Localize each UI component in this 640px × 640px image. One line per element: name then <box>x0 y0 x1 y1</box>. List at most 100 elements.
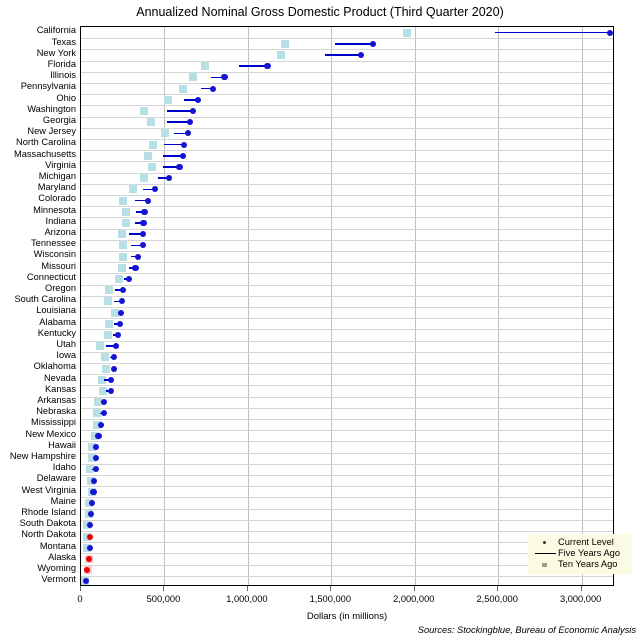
y-axis-tick-label: Delaware <box>36 473 76 484</box>
x-axis-tick <box>497 586 499 591</box>
y-axis-tick-label: New Mexico <box>25 428 76 439</box>
y-axis-tick-label: Arizona <box>44 227 76 237</box>
chart-row <box>81 318 613 329</box>
chart-row <box>81 285 613 296</box>
chart-row <box>81 352 613 363</box>
current-level-marker <box>606 29 614 36</box>
x-axis-tick <box>580 586 582 591</box>
current-level-marker <box>101 399 108 406</box>
x-axis-tick-label: 1,000,000 <box>226 594 268 604</box>
current-level-marker <box>86 544 93 551</box>
chart-row <box>81 61 613 72</box>
chart-row <box>81 38 613 49</box>
y-axis-tick-label: Wyoming <box>37 563 76 573</box>
ten-years-ago-marker <box>119 196 128 205</box>
current-level-marker <box>107 387 114 395</box>
chart-row <box>81 453 613 464</box>
ten-years-ago-marker <box>146 118 155 127</box>
x-axis-tick-label: 1,500,000 <box>309 594 351 604</box>
current-level-marker <box>90 488 97 495</box>
y-axis-tick-label: Indiana <box>45 215 76 226</box>
y-axis-tick-label: California <box>36 25 76 36</box>
y-axis-tick-label: Nevada <box>43 372 76 383</box>
current-level-marker <box>176 163 183 171</box>
chart-row <box>81 307 613 318</box>
current-level-marker <box>110 365 117 372</box>
chart-row <box>81 385 613 396</box>
current-level-marker <box>119 298 126 305</box>
y-axis-tick-label: Arkansas <box>37 395 76 405</box>
ten-years-ago-marker <box>281 39 290 48</box>
current-level-marker <box>141 208 148 215</box>
plot-area <box>80 26 614 586</box>
y-axis-tick-label: Kansas <box>44 383 76 394</box>
y-axis-tick-label: New York <box>36 47 76 58</box>
x-axis-tick <box>330 586 332 591</box>
ten-years-ago-marker <box>143 151 152 160</box>
current-level-marker <box>112 343 119 350</box>
ten-years-ago-marker <box>122 207 131 216</box>
y-axis-tick-label: South Dakota <box>19 518 76 529</box>
chart-page: Annualized Nominal Gross Domestic Produc… <box>0 0 640 640</box>
chart-row <box>81 49 613 60</box>
current-level-marker <box>189 107 196 115</box>
current-level-marker <box>180 141 187 148</box>
y-axis-tick-label: Mississippi <box>31 417 76 428</box>
chart-row <box>81 206 613 217</box>
legend-item-five: Five Years Ago <box>532 548 628 559</box>
current-level-marker <box>194 96 201 103</box>
x-axis-tick <box>163 586 165 591</box>
current-level-marker <box>107 376 115 383</box>
current-level-marker <box>88 511 95 518</box>
chart-row <box>81 441 613 452</box>
five-years-ago-connector <box>167 110 193 112</box>
chart-row <box>81 173 613 184</box>
chart-row <box>81 262 613 273</box>
chart-row <box>81 475 613 486</box>
current-level-marker <box>358 51 365 59</box>
current-level-marker <box>111 354 118 361</box>
y-axis-tick-label: Utah <box>56 339 76 349</box>
chart-row <box>81 251 613 262</box>
current-level-marker <box>93 443 100 451</box>
legend-label-ten: Ten Years Ago <box>558 559 618 569</box>
chart-row <box>81 419 613 430</box>
current-level-marker <box>120 287 127 294</box>
five-years-line-icon <box>532 548 558 559</box>
ten-years-ago-marker <box>117 263 126 272</box>
ten-years-ago-marker <box>139 106 148 115</box>
chart-row <box>81 497 613 508</box>
chart-row <box>81 94 613 105</box>
chart-row <box>81 117 613 128</box>
ten-years-ago-marker <box>105 319 114 328</box>
x-axis-tick-label: 2,000,000 <box>393 594 435 604</box>
y-axis-tick-label: Oregon <box>44 283 76 293</box>
y-axis-tick-label: Michigan <box>38 171 76 181</box>
ten-years-ago-marker <box>140 174 149 183</box>
current-level-marker <box>92 455 99 462</box>
x-axis-tick-label: 2,500,000 <box>476 594 518 604</box>
y-axis-tick-label: North Carolina <box>16 137 76 148</box>
y-axis-tick-label: Minnesota <box>33 204 76 215</box>
y-axis-tick-label: Alaska <box>48 551 76 562</box>
y-axis-tick-label: Massachusetts <box>13 148 76 159</box>
chart-row <box>81 374 613 385</box>
chart-row <box>81 397 613 408</box>
legend-label-five: Five Years Ago <box>558 548 621 558</box>
current-level-marker <box>97 421 104 428</box>
chart-row <box>81 329 613 340</box>
chart-row <box>81 229 613 240</box>
chart-row <box>81 217 613 228</box>
ten-years-ago-marker <box>277 50 286 59</box>
y-axis-tick-label: Georgia <box>42 115 76 125</box>
current-level-marker <box>92 466 99 473</box>
y-axis-tick-label: Colorado <box>38 193 76 204</box>
current-level-marker <box>90 477 98 484</box>
y-axis-labels: California Texas New York Florida Illinois Pe… <box>0 25 78 586</box>
y-axis-tick-label: Louisiana <box>36 305 76 316</box>
chart-row <box>81 363 613 374</box>
ten-years-ago-marker <box>121 218 130 227</box>
chart-row <box>81 240 613 251</box>
ten-years-ago-marker <box>102 364 111 373</box>
x-axis-tick <box>246 586 248 591</box>
